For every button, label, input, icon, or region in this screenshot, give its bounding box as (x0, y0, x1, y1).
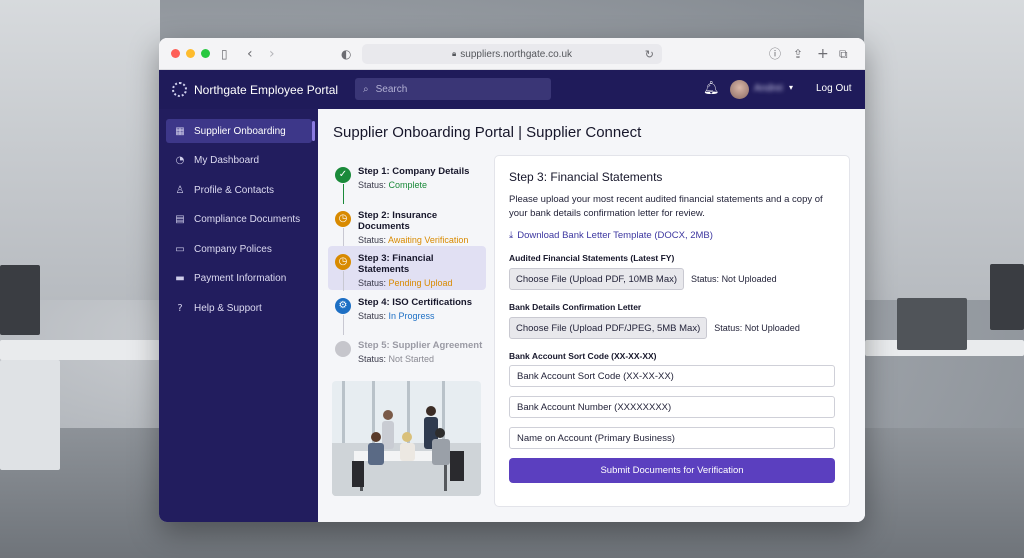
sidebar: ▦ Supplier Onboarding ◔ My Dashboard ♙ P… (159, 109, 318, 522)
document-icon: ▤ (175, 214, 185, 225)
field-label: Bank Account Sort Code (XX-XX-XX) (509, 351, 657, 361)
sidebar-item-company-polices[interactable]: ▭ Company Polices (166, 237, 312, 261)
sidebar-item-label: Profile & Contacts (194, 184, 275, 196)
step-connector (343, 314, 344, 335)
step-status: Status: Pending Upload (358, 278, 453, 288)
sort-code-input[interactable]: Bank Account Sort Code (XX-XX-XX) (509, 365, 835, 387)
forward-icon[interactable]: › (269, 46, 275, 62)
sidebar-item-supplier-onboarding[interactable]: ▦ Supplier Onboarding (166, 119, 315, 143)
sidebar-item-compliance-documents[interactable]: ▤ Compliance Documents (166, 208, 312, 232)
step-title: Step 1: Company Details (358, 166, 470, 177)
sidebar-item-label: Help & Support (194, 302, 262, 314)
chevron-down-icon[interactable]: ▾ (789, 83, 793, 92)
share-icon[interactable]: ⇪ (793, 46, 803, 62)
help-icon: ? (177, 302, 183, 314)
grid-icon: ▦ (175, 125, 185, 137)
sidebar-icon[interactable]: ▯ (221, 46, 228, 62)
user-icon: ♙ (175, 184, 185, 196)
form-title: Step 3: Financial Statements (509, 170, 663, 184)
folder-icon: ▭ (175, 243, 185, 255)
field-label: Audited Financial Statements (Latest FY) (509, 253, 675, 263)
check-icon: ✓ (335, 167, 351, 183)
field-label: Bank Details Confirmation Letter (509, 302, 642, 312)
team-meeting-photo (332, 381, 481, 496)
zoom-window-button[interactable] (201, 49, 210, 58)
top-navbar: Northgate Employee Portal ⌕ Search 🔔︎ An… (159, 70, 865, 109)
step-title: Step 2: Insurance Documents (358, 209, 438, 232)
address-bar[interactable]: 🔒︎ suppliers.northgate.co.uk ↻ (362, 44, 662, 64)
form-description: Please upload your most recent audited f… (509, 194, 823, 219)
close-window-button[interactable] (171, 49, 180, 58)
step-connector (343, 271, 344, 291)
main-content: Supplier Onboarding Portal | Supplier Co… (318, 109, 865, 522)
account-name-input[interactable]: Name on Account (Primary Business) (509, 427, 835, 449)
browser-toolbar: ▯ ‹ › ◐ 🔒︎ suppliers.northgate.co.uk ↻ ⓘ… (159, 38, 865, 70)
step-item[interactable]: Step 5: Supplier Agreement Status: Not S… (328, 333, 486, 377)
reload-icon[interactable]: ↻ (645, 48, 654, 61)
step-item-current[interactable]: ◷ Step 3: Financial Statements Status: P… (328, 246, 486, 291)
new-tab-icon[interactable]: + (817, 46, 829, 62)
upload-status: Status: Not Uploaded (691, 274, 777, 284)
status-badge: Complete (388, 180, 428, 190)
status-badge: Pending Upload (388, 278, 453, 288)
step-status: Status: Awaiting Verification (358, 234, 469, 245)
card-icon: ▬ (175, 273, 185, 284)
sidebar-item-help-support[interactable]: ? Help & Support (166, 296, 312, 320)
step-item[interactable]: ✓ Step 1: Company Details Status: Comple… (328, 159, 486, 204)
tabs-icon[interactable]: ⧉ (839, 46, 848, 62)
submit-button[interactable]: Submit Documents for Verification (509, 458, 835, 483)
step-item[interactable]: ⚙ Step 4: ISO Certifications Status: In … (328, 290, 486, 335)
step-item[interactable]: ◷ Step 2: Insurance Documents Status: Aw… (328, 203, 486, 248)
account-number-input[interactable]: Bank Account Number (XXXXXXXX) (509, 396, 835, 418)
status-badge: Not Started (388, 354, 435, 364)
lock-icon: 🔒︎ (452, 49, 457, 58)
upload-status: Status: Not Uploaded (714, 323, 800, 333)
search-placeholder: Search (375, 83, 408, 95)
step-title: Step 4: ISO Certifications (358, 296, 473, 308)
step-status: Status: Not Started (358, 354, 435, 364)
status-badge: Awaiting Verification (388, 234, 469, 245)
brand-title: Northgate Employee Portal (194, 82, 339, 97)
sidebar-item-label: Payment Information (194, 273, 287, 284)
clock-icon: ◷ (335, 254, 351, 270)
step-status: Status: Complete (358, 180, 428, 190)
download-icon: ⤓ (509, 230, 514, 241)
sidebar-item-label: Company Polices (194, 243, 272, 255)
status-badge: In Progress (388, 310, 435, 321)
choose-file-button[interactable]: Choose File (Upload PDF, 10MB Max) (509, 268, 685, 290)
notification-bell-icon[interactable]: 🔔︎ (703, 81, 720, 96)
info-icon[interactable]: ⓘ (769, 46, 781, 62)
step-tracker: ✓ Step 1: Company Details Status: Comple… (328, 159, 486, 377)
avatar[interactable] (730, 80, 749, 99)
step-status: Status: In Progress (358, 310, 435, 321)
shield-icon[interactable]: ◐ (341, 46, 351, 62)
logout-link[interactable]: Log Out (816, 83, 852, 94)
sidebar-item-my-dashboard[interactable]: ◔ My Dashboard (166, 149, 312, 173)
step-title: Step 3: Financial Statements (358, 253, 434, 275)
step-connector (343, 184, 344, 204)
sidebar-item-payment-information[interactable]: ▬ Payment Information (166, 267, 312, 291)
back-icon[interactable]: ‹ (247, 46, 253, 62)
minimize-window-button[interactable] (186, 49, 195, 58)
clock-icon: ◷ (335, 210, 351, 227)
form-card: Step 3: Financial Statements Please uplo… (494, 155, 850, 507)
sidebar-item-label: Supplier Onboarding (194, 125, 286, 137)
choose-file-button[interactable]: Choose File (Upload PDF/JPEG, 5MB Max) (509, 317, 708, 339)
search-icon: ⌕ (363, 83, 369, 95)
sidebar-item-label: My Dashboard (194, 155, 260, 166)
browser-window: ▯ ‹ › ◐ 🔒︎ suppliers.northgate.co.uk ↻ ⓘ… (159, 38, 865, 522)
circle-icon (335, 341, 351, 357)
search-input[interactable]: ⌕ Search (355, 78, 551, 100)
sidebar-item-profile-contacts[interactable]: ♙ Profile & Contacts (166, 178, 312, 202)
gauge-icon: ◔ (175, 155, 185, 166)
url-text: suppliers.northgate.co.uk (460, 48, 572, 60)
sidebar-item-label: Compliance Documents (194, 214, 301, 225)
page-title: Supplier Onboarding Portal | Supplier Co… (333, 124, 642, 141)
gear-icon: ⚙ (335, 297, 351, 314)
step-connector (343, 227, 344, 248)
logo-icon (172, 82, 187, 97)
step-title: Step 5: Supplier Agreement (358, 340, 483, 351)
user-name[interactable]: Andrei (754, 83, 783, 94)
download-template-link[interactable]: ⤓ Download Bank Letter Template (DOCX, 2… (509, 230, 835, 241)
